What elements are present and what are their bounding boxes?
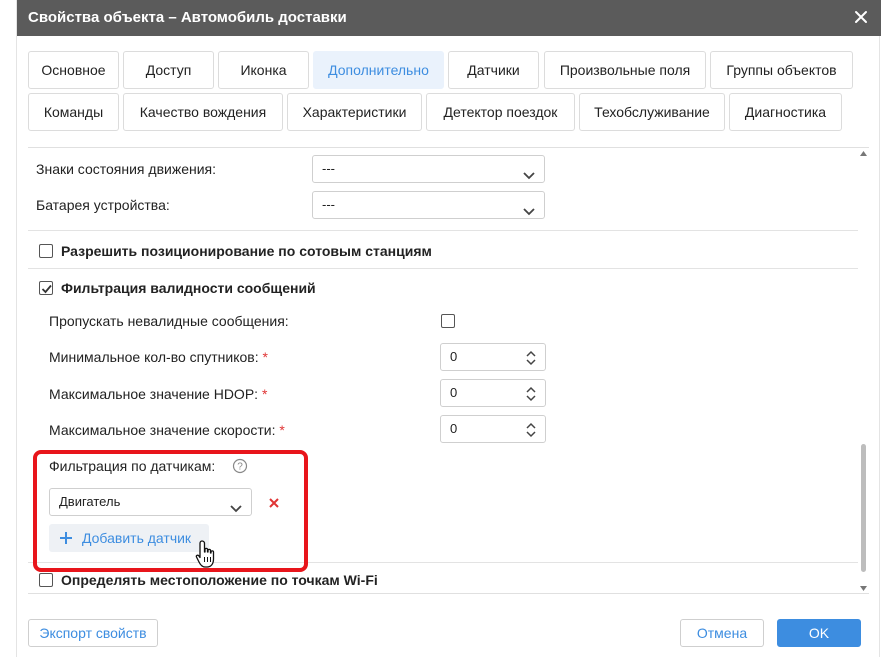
divider — [28, 230, 858, 231]
cancel-button[interactable]: Отмена — [680, 619, 764, 647]
battery-value: --- — [322, 197, 335, 212]
cell-positioning-checkbox[interactable] — [39, 244, 53, 258]
dialog-titlebar: Свойства объекта – Автомобиль доставки — [17, 0, 881, 36]
tab-main[interactable]: Основное — [28, 51, 119, 89]
panel-scrollbar[interactable] — [858, 148, 869, 593]
tab-advanced[interactable]: Дополнительно — [313, 51, 444, 89]
scroll-down-icon — [860, 586, 867, 591]
validity-filter-label: Фильтрация валидности сообщений — [61, 280, 316, 296]
motion-signs-value: --- — [322, 161, 335, 176]
dialog-title: Свойства объекта – Автомобиль доставки — [28, 9, 347, 26]
min-satellites-input[interactable]: 0 — [440, 343, 546, 371]
tab-sensors[interactable]: Датчики — [448, 51, 539, 89]
tab-characteristics[interactable]: Характеристики — [287, 93, 422, 131]
spinner-icon[interactable] — [525, 349, 537, 366]
max-hdop-input[interactable]: 0 — [440, 379, 546, 407]
motion-signs-select[interactable]: --- — [312, 155, 545, 183]
scroll-up-icon — [860, 151, 867, 156]
tab-access[interactable]: Доступ — [123, 51, 214, 89]
skip-invalid-label: Пропускать невалидные сообщения: — [49, 313, 289, 329]
tab-maintenance[interactable]: Техобслуживание — [579, 93, 725, 131]
wifi-positioning-label: Определять местоположение по точкам Wi-F… — [61, 572, 378, 588]
max-speed-value: 0 — [450, 421, 458, 436]
chevron-down-icon — [523, 200, 535, 216]
cell-positioning-label: Разрешить позиционирование по сотовым ст… — [61, 243, 432, 259]
max-speed-label: Максимальное значение скорости: * — [49, 422, 285, 438]
max-speed-input[interactable]: 0 — [440, 415, 546, 443]
battery-label: Батарея устройства: — [36, 197, 170, 213]
spinner-icon[interactable] — [525, 385, 537, 402]
divider — [28, 268, 858, 269]
battery-select[interactable]: --- — [312, 191, 545, 219]
validity-filter-checkbox[interactable] — [39, 281, 53, 295]
skip-invalid-checkbox[interactable] — [441, 314, 455, 328]
min-satellites-value: 0 — [450, 349, 458, 364]
highlight-frame — [33, 450, 308, 572]
export-properties-button[interactable]: Экспорт свойств — [28, 619, 158, 647]
wifi-positioning-checkbox[interactable] — [39, 573, 53, 587]
checkmark-icon — [41, 284, 52, 294]
tab-icon[interactable]: Иконка — [218, 51, 309, 89]
chevron-down-icon — [523, 164, 535, 180]
tab-custom-fields[interactable]: Произвольные поля — [544, 51, 706, 89]
ok-button[interactable]: OK — [777, 619, 861, 647]
tab-object-groups[interactable]: Группы объектов — [710, 51, 853, 89]
hand-pointer-cursor-icon — [195, 540, 215, 568]
tab-commands[interactable]: Команды — [28, 93, 119, 131]
spinner-icon[interactable] — [525, 421, 537, 438]
max-hdop-value: 0 — [450, 385, 458, 400]
max-hdop-label: Максимальное значение HDOP: * — [49, 386, 268, 402]
scrollbar-thumb[interactable] — [861, 444, 866, 572]
motion-signs-label: Знаки состояния движения: — [36, 161, 216, 177]
tab-trip-detector[interactable]: Детектор поездок — [426, 93, 575, 131]
tab-diagnostics[interactable]: Диагностика — [729, 93, 842, 131]
min-satellites-label: Минимальное кол-во спутников: * — [49, 349, 268, 365]
close-icon[interactable] — [851, 7, 871, 27]
tab-driving-quality[interactable]: Качество вождения — [123, 93, 283, 131]
